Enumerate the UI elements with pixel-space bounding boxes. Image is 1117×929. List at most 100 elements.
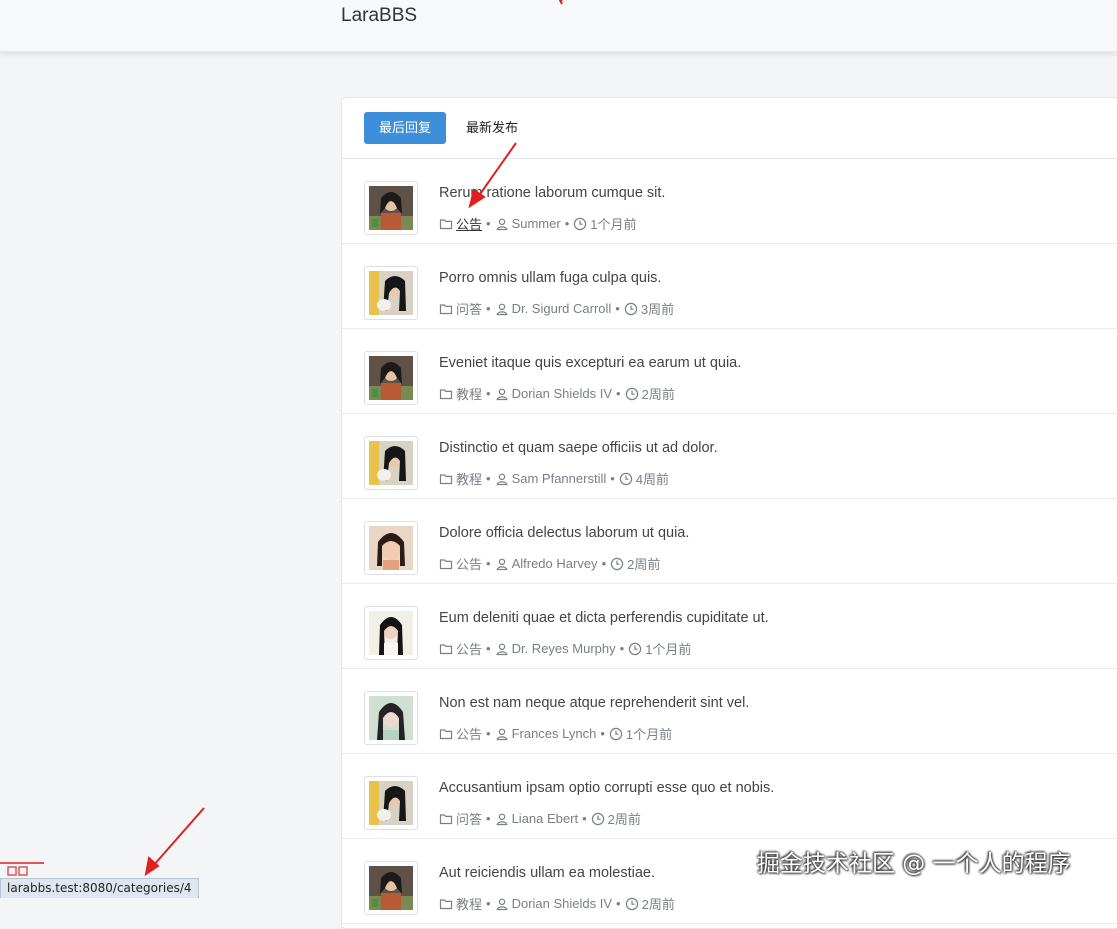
folder-icon	[439, 642, 453, 656]
annotation-cross-mark	[558, 0, 563, 5]
author-avatar[interactable]	[364, 436, 418, 490]
clock-icon	[609, 727, 623, 741]
card-header: 最后回复 最新发布	[342, 98, 1117, 159]
topic-row: Eveniet itaque quis excepturi ea earum u…	[342, 329, 1117, 414]
user-icon	[495, 217, 509, 231]
meta-separator: •	[582, 811, 587, 826]
topic-time: 1个月前	[645, 642, 692, 657]
topic-row: Porro omnis ullam fuga culpa quis. 问答 • Dr.…	[342, 244, 1117, 329]
category-link[interactable]: 公告	[456, 554, 482, 573]
topic-title-link[interactable]: Dolore officia delectus laborum ut quia.	[439, 525, 689, 541]
category-link[interactable]: 教程	[456, 384, 482, 403]
clock-icon	[625, 387, 639, 401]
topic-title-link[interactable]: Accusantium ipsam optio corrupti esse qu…	[439, 780, 774, 796]
meta-separator: •	[600, 726, 605, 741]
author-link[interactable]: Alfredo Harvey	[512, 556, 598, 571]
category-link[interactable]: 问答	[456, 299, 482, 318]
meta-separator: •	[486, 641, 491, 656]
folder-icon	[439, 812, 453, 826]
meta-separator: •	[619, 641, 625, 656]
navbar: LaraBBS	[0, 0, 1117, 52]
author-avatar[interactable]	[364, 521, 418, 575]
author-link[interactable]: Sam Pfannerstill	[512, 471, 607, 486]
author-avatar[interactable]	[364, 266, 418, 320]
meta-separator: •	[486, 386, 491, 401]
category-link[interactable]: 问答	[456, 809, 482, 828]
clock-icon	[591, 812, 605, 826]
topic-row: Non est nam neque atque reprehenderit si…	[342, 669, 1117, 754]
brand-link[interactable]: LaraBBS	[341, 5, 417, 27]
meta-separator: •	[486, 726, 491, 741]
clock-icon	[624, 302, 638, 316]
author-avatar[interactable]	[364, 776, 418, 830]
author-avatar[interactable]	[364, 606, 418, 660]
meta-separator: •	[486, 216, 491, 231]
clock-icon	[625, 897, 639, 911]
topic-time: 1个月前	[590, 217, 637, 232]
clock-icon	[619, 472, 633, 486]
status-bar-url: larabbs.test:8080/categories/4	[0, 878, 199, 898]
topic-row: Accusantium ipsam optio corrupti esse qu…	[342, 754, 1117, 839]
folder-icon	[439, 302, 453, 316]
meta-separator: •	[564, 216, 570, 231]
author-link[interactable]: Liana Ebert	[512, 811, 579, 826]
category-link[interactable]: 公告	[456, 639, 482, 658]
topic-meta: 教程 • Dorian Shields IV • 2周前	[439, 384, 675, 403]
meta-separator: •	[610, 471, 615, 486]
clock-icon	[628, 642, 642, 656]
meta-separator: •	[615, 301, 620, 316]
meta-separator: •	[616, 386, 621, 401]
author-avatar[interactable]	[364, 691, 418, 745]
category-link[interactable]: 公告	[456, 214, 482, 233]
user-icon	[495, 557, 509, 571]
tab-last-reply[interactable]: 最后回复	[364, 112, 447, 144]
topic-title-link[interactable]: Distinctio et quam saepe officiis ut ad …	[439, 440, 718, 456]
author-link[interactable]: Summer	[512, 216, 561, 231]
folder-icon	[439, 387, 453, 401]
topic-meta: 公告 • Alfredo Harvey • 2周前	[439, 554, 660, 573]
user-icon	[495, 472, 509, 486]
author-avatar[interactable]	[364, 181, 418, 235]
topic-meta: 问答 • Dr. Sigurd Carroll • 3周前	[439, 299, 674, 318]
topic-title-link[interactable]: Rerum ratione laborum cumque sit.	[439, 185, 665, 201]
topic-meta: 公告 • Summer • 1个月前	[439, 214, 637, 233]
author-avatar[interactable]	[364, 861, 418, 915]
topic-time: 2周前	[641, 387, 675, 402]
topic-title-link[interactable]: Non est nam neque atque reprehenderit si…	[439, 695, 749, 711]
folder-icon	[439, 472, 453, 486]
user-icon	[495, 642, 509, 656]
author-link[interactable]: Dorian Shields IV	[512, 386, 612, 401]
topic-title-link[interactable]: Eum deleniti quae et dicta perferendis c…	[439, 610, 769, 626]
tab-latest-post[interactable]: 最新发布	[451, 112, 533, 144]
meta-separator: •	[486, 471, 491, 486]
author-link[interactable]: Dr. Reyes Murphy	[512, 641, 616, 656]
user-icon	[495, 727, 509, 741]
topic-time: 2周前	[627, 557, 661, 572]
category-link[interactable]: 公告	[456, 724, 482, 743]
user-icon	[495, 302, 509, 316]
topic-time: 4周前	[635, 472, 670, 487]
category-link[interactable]: 教程	[456, 469, 482, 488]
topic-row: Eum deleniti quae et dicta perferendis c…	[342, 584, 1117, 669]
author-link[interactable]: Frances Lynch	[512, 726, 597, 741]
meta-separator: •	[616, 896, 621, 911]
topic-time: 2周前	[607, 812, 641, 827]
user-icon	[495, 812, 509, 826]
meta-separator: •	[486, 896, 491, 911]
topic-title-link[interactable]: Porro omnis ullam fuga culpa quis.	[439, 270, 661, 286]
author-link[interactable]: Dr. Sigurd Carroll	[512, 301, 612, 316]
folder-icon	[439, 557, 453, 571]
author-avatar[interactable]	[364, 351, 418, 405]
folder-icon	[439, 897, 453, 911]
topic-time: 3周前	[640, 302, 675, 317]
user-icon	[495, 387, 509, 401]
folder-icon	[439, 727, 453, 741]
author-link[interactable]: Dorian Shields IV	[512, 896, 612, 911]
topic-title-link[interactable]: Eveniet itaque quis excepturi ea earum u…	[439, 355, 741, 371]
folder-icon	[439, 217, 453, 231]
user-icon	[495, 897, 509, 911]
topic-time: 1个月前	[625, 727, 673, 742]
topic-title-link[interactable]: Aut reiciendis ullam ea molestiae.	[439, 865, 655, 881]
meta-separator: •	[486, 301, 491, 316]
topic-meta: 公告 • Dr. Reyes Murphy • 1个月前	[439, 639, 691, 658]
